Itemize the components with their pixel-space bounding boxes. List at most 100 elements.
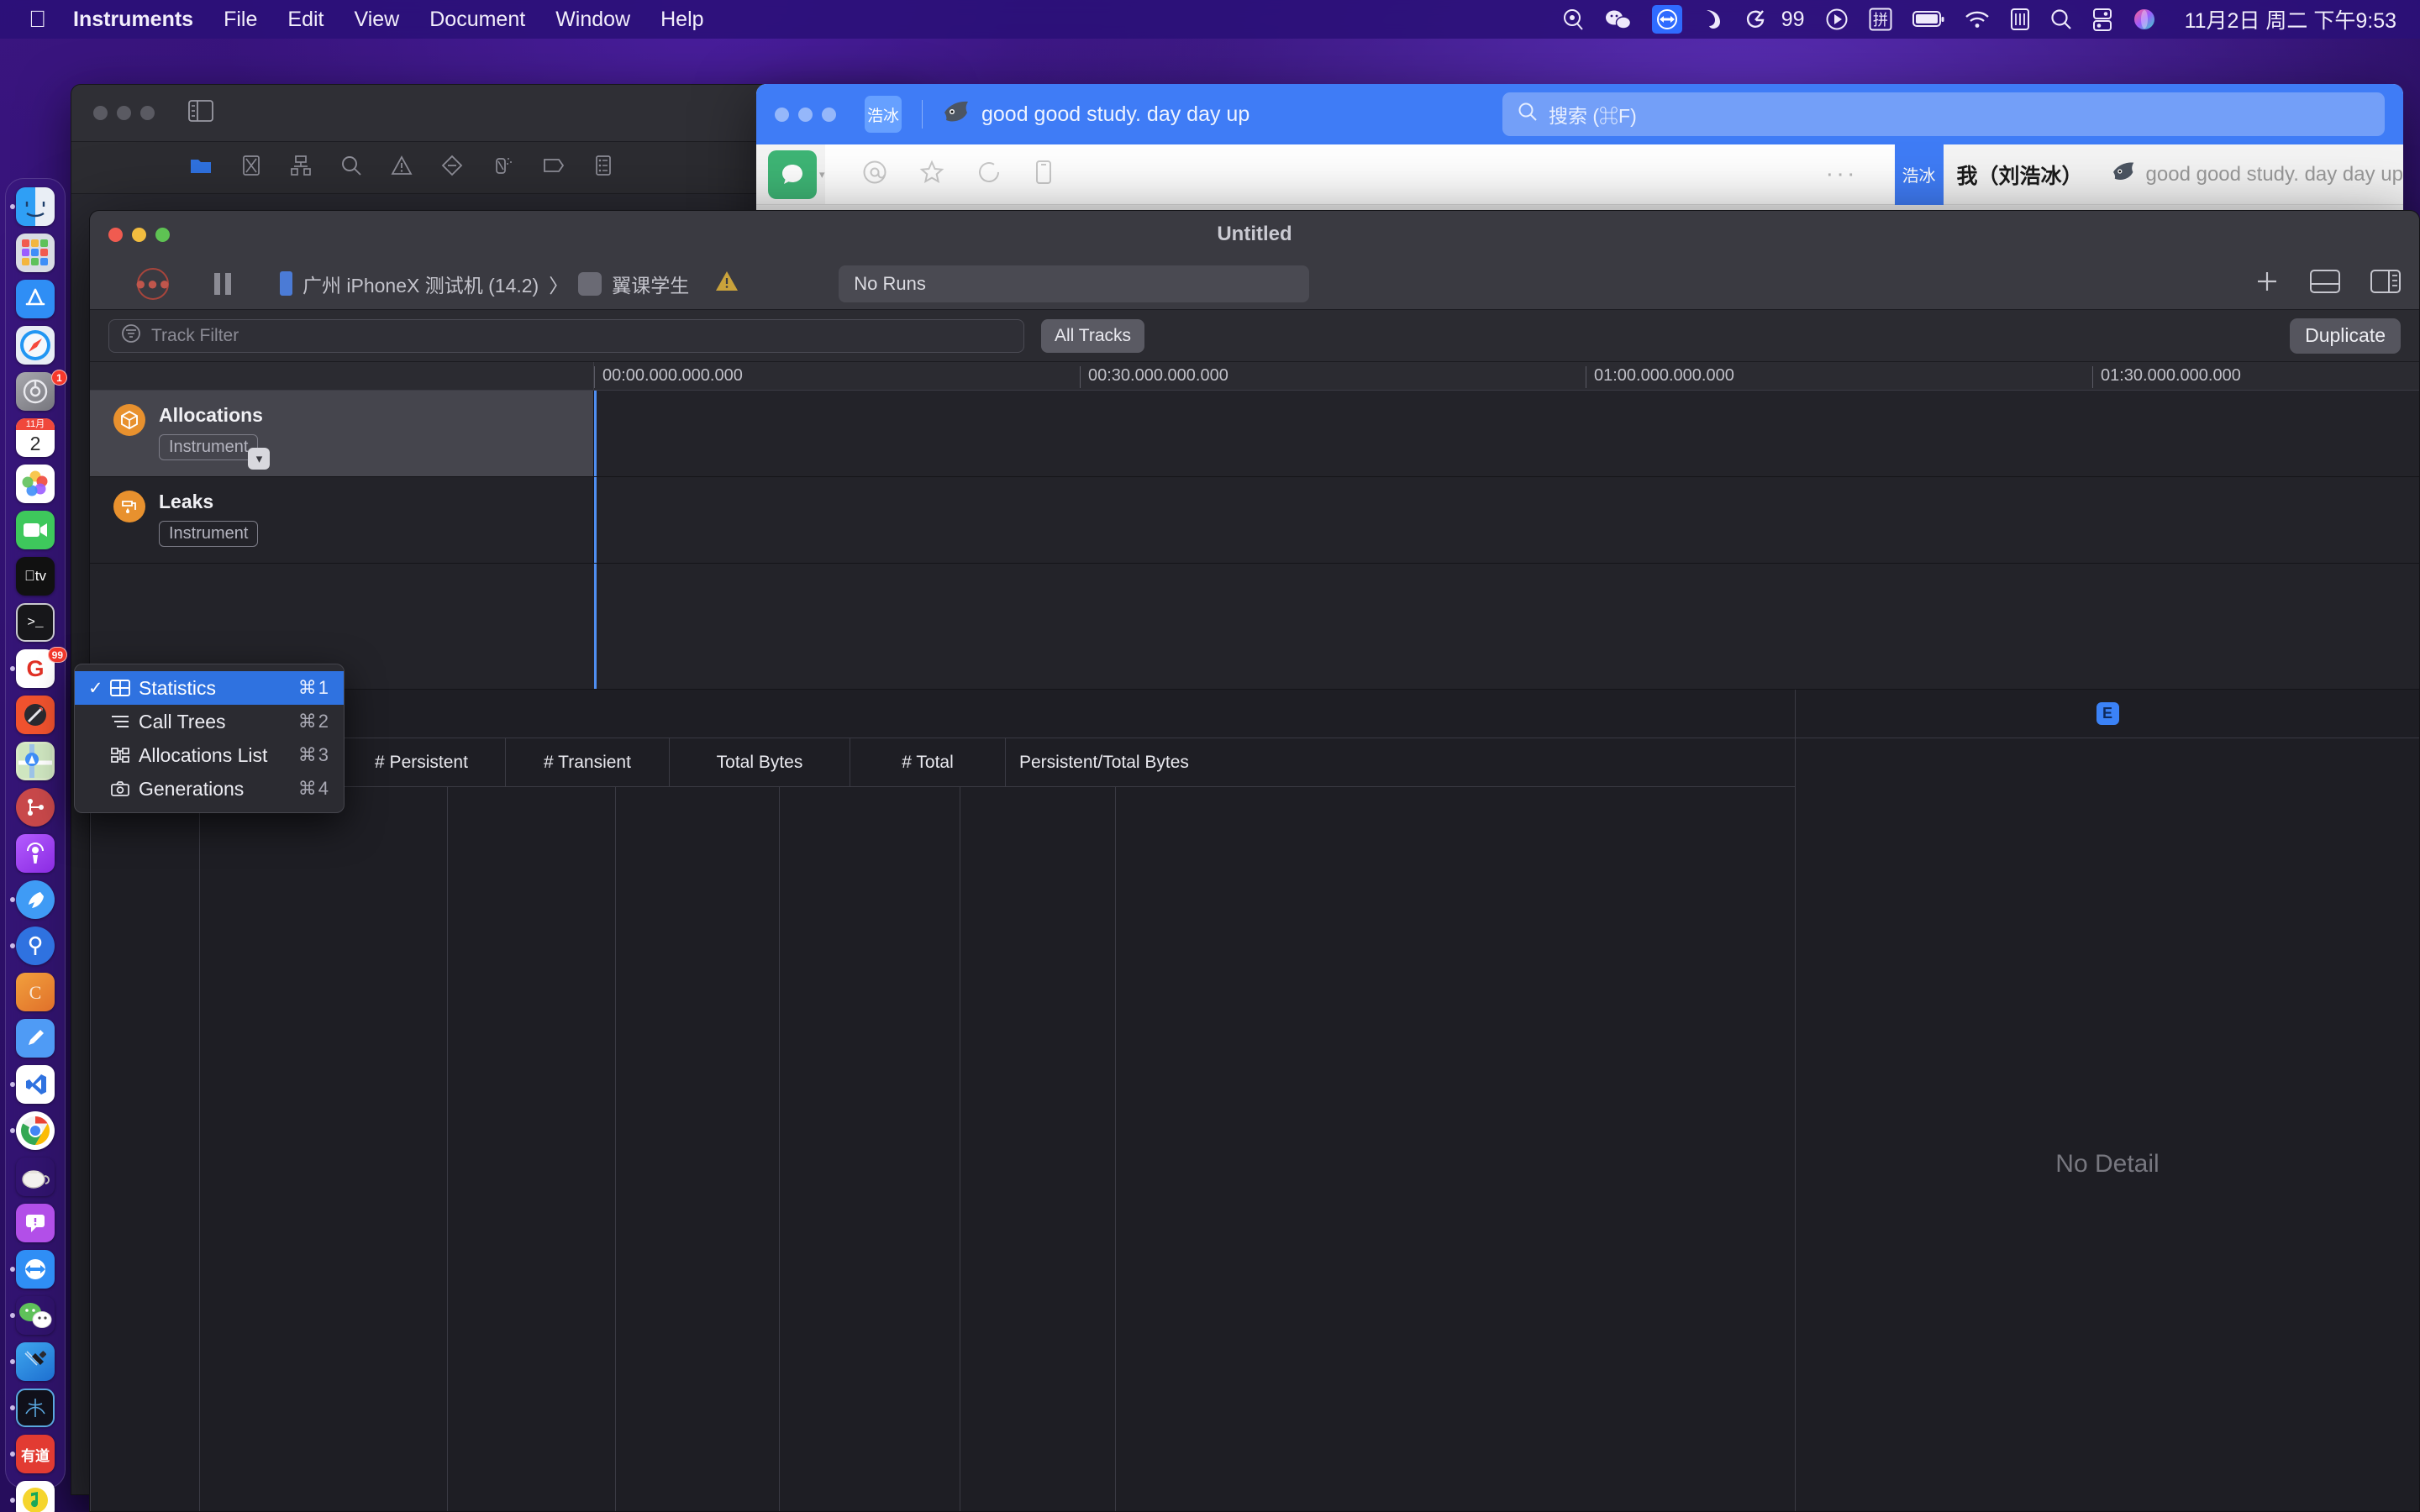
launchpad-icon[interactable]: [16, 234, 55, 272]
dock-slot[interactable]: 1: [6, 370, 67, 411]
keyboard-brightness-icon[interactable]: [2010, 5, 2030, 34]
dock-slot[interactable]: [6, 511, 65, 549]
spotlight-alfred-icon[interactable]: [1561, 5, 1585, 34]
track-header[interactable]: Leaks Instrument: [90, 477, 594, 563]
gamma-icon[interactable]: [1744, 5, 1766, 34]
control-center-icon[interactable]: [2092, 5, 2112, 34]
wechat-avatar[interactable]: 浩冰: [865, 96, 902, 133]
wifi-icon[interactable]: [1965, 5, 1990, 34]
find-navigator-icon[interactable]: [340, 155, 362, 181]
extended-detail-badge[interactable]: E: [2096, 702, 2119, 725]
instruments-icon[interactable]: [16, 1389, 55, 1427]
instruments-window[interactable]: Untitled ●●● 广州 iPhoneX 测试机 (14.2) 〉 翼课学…: [89, 210, 2420, 1512]
add-instrument-icon[interactable]: [2254, 269, 2280, 298]
photos-icon[interactable]: [16, 465, 55, 503]
dock-slot[interactable]: [6, 234, 65, 272]
dock-slot[interactable]: 有道: [6, 1435, 65, 1473]
dock-slot[interactable]: 11月 2: [6, 418, 65, 457]
track-header[interactable]: Allocations Instrument ▾: [90, 391, 594, 476]
snip-icon[interactable]: [1702, 5, 1724, 34]
moments-icon[interactable]: [976, 160, 1002, 189]
track-empty-area[interactable]: [90, 564, 2419, 690]
compass-app-icon[interactable]: [16, 696, 55, 734]
menu-view[interactable]: View: [354, 8, 399, 32]
folder-project-navigator-icon[interactable]: [189, 155, 213, 180]
menu-item-call-trees[interactable]: Call Trees ⌘2: [75, 705, 344, 738]
messages-purple-icon[interactable]: [16, 1204, 55, 1242]
track-type-chip[interactable]: Instrument: [159, 521, 259, 547]
report-navigator-icon[interactable]: [594, 155, 613, 181]
menu-window[interactable]: Window: [555, 8, 630, 32]
apple-logo-icon[interactable]: : [29, 8, 46, 31]
facetime-icon[interactable]: [16, 511, 55, 549]
chevron-down-icon[interactable]: ▾: [248, 448, 271, 470]
wechat-search-field[interactable]: 搜索 (⌘F): [1502, 92, 2385, 136]
source-control-icon[interactable]: [16, 788, 55, 827]
duplicate-button[interactable]: Duplicate: [2290, 318, 2401, 354]
play-circle-icon[interactable]: [1825, 5, 1849, 34]
dock-slot[interactable]: [6, 1250, 65, 1289]
dock-slot[interactable]: [6, 465, 65, 503]
keychain-app-icon[interactable]: [16, 927, 55, 965]
wechat-dock-icon[interactable]: [16, 1296, 55, 1335]
notes-blue-icon[interactable]: [16, 1019, 55, 1058]
dingtalk-icon[interactable]: [16, 880, 55, 919]
target-device-chooser[interactable]: 广州 iPhoneX 测试机 (14.2) 〉 翼课学生: [280, 270, 739, 298]
track-row-allocations[interactable]: Allocations Instrument ▾: [90, 391, 2419, 477]
calendar-icon[interactable]: 11月 2: [16, 418, 55, 457]
wechat-compose-button[interactable]: [768, 150, 817, 199]
system-preferences-icon[interactable]: [16, 372, 55, 411]
maximize-window-button[interactable]: [155, 227, 170, 242]
all-tracks-button[interactable]: All Tracks: [1041, 318, 1145, 353]
menu-instruments[interactable]: Instruments: [73, 8, 193, 32]
dock-slot[interactable]: [6, 696, 65, 734]
menu-file[interactable]: File: [224, 8, 257, 32]
column-num-total[interactable]: # Total: [850, 738, 1006, 786]
dock-slot[interactable]: [6, 1481, 65, 1512]
menu-help[interactable]: Help: [660, 8, 703, 32]
wechat-more-button[interactable]: ···: [1826, 160, 1858, 188]
wechat-active-tab[interactable]: 浩冰: [1894, 144, 1944, 205]
instruments-traffic-lights[interactable]: [108, 227, 170, 242]
symbol-navigator-icon[interactable]: [290, 155, 312, 181]
menu-item-generations[interactable]: Generations ⌘4: [75, 772, 344, 806]
battery-icon[interactable]: [1912, 5, 1944, 34]
dock-slot[interactable]: [6, 1065, 65, 1104]
pause-button-icon[interactable]: [214, 272, 231, 295]
column-num-persistent[interactable]: # Persistent: [338, 738, 506, 786]
xcode-traffic-lights[interactable]: [93, 106, 155, 120]
track-filter-input[interactable]: Track Filter: [108, 318, 1024, 353]
menu-bar-clock[interactable]: 11月2日 周二 下午9:53: [2185, 4, 2396, 34]
star-icon[interactable]: [919, 160, 944, 189]
dock-slot[interactable]: G 99: [6, 647, 67, 688]
maps-icon[interactable]: [16, 742, 55, 780]
record-button-icon[interactable]: ●●●: [135, 267, 170, 300]
app-store-icon[interactable]: [16, 280, 55, 318]
terminal-icon[interactable]: >_: [16, 603, 55, 642]
menu-edit[interactable]: Edit: [287, 8, 324, 32]
dock-slot[interactable]: [6, 742, 65, 780]
vscode-icon[interactable]: [16, 1065, 55, 1104]
dock-slot[interactable]: [6, 280, 65, 318]
teamviewer-dock-icon[interactable]: [16, 1250, 55, 1289]
runs-selector[interactable]: No Runs: [839, 265, 1310, 302]
dock-slot[interactable]: tv: [6, 557, 65, 596]
toggle-detail-pane-icon[interactable]: [2310, 270, 2340, 297]
apple-tv-icon[interactable]: tv: [16, 557, 55, 596]
toggle-inspector-icon[interactable]: [2370, 270, 2401, 297]
track-row-leaks[interactable]: Leaks Instrument: [90, 477, 2419, 564]
phone-icon[interactable]: [1034, 160, 1054, 189]
wechat-traffic-lights[interactable]: [775, 107, 836, 122]
minimize-window-button[interactable]: [132, 227, 146, 242]
pinyin-input-icon[interactable]: 拼: [1869, 5, 1892, 34]
dock-slot[interactable]: [6, 834, 65, 873]
dock-slot[interactable]: [6, 1342, 65, 1381]
dock-slot[interactable]: [6, 1111, 65, 1150]
menu-item-statistics[interactable]: ✓ Statistics ⌘1: [75, 671, 344, 705]
podcasts-icon[interactable]: [16, 834, 55, 873]
column-total-bytes[interactable]: Total Bytes: [670, 738, 850, 786]
detail-view-dropdown-menu[interactable]: ✓ Statistics ⌘1 Call Trees ⌘2 Allocation…: [74, 664, 345, 813]
column-num-transient[interactable]: # Transient: [506, 738, 670, 786]
dock-slot[interactable]: [6, 788, 65, 827]
debug-navigator-icon[interactable]: [492, 155, 513, 181]
